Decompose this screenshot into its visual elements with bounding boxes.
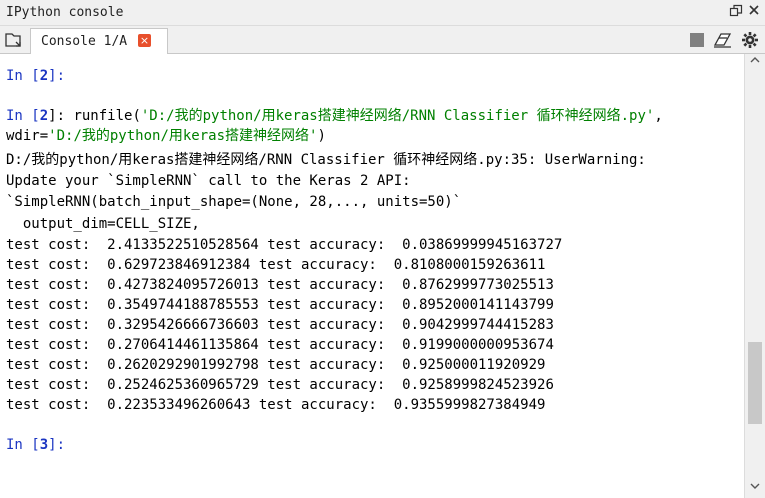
- output-line: `SimpleRNN(batch_input_shape=(None, 28,.…: [6, 194, 462, 210]
- output-line: test cost: 0.3549744188785553 test accur…: [6, 297, 554, 313]
- prompt-prefix: In [: [6, 68, 40, 84]
- console-tabbar: Console 1/A ×: [0, 26, 765, 54]
- close-paren: ): [317, 128, 326, 144]
- script-path-string: 'D:/我的python/用keras搭建神经网络/RNN Classifier…: [140, 108, 655, 124]
- output-line: test cost: 0.3295426666736603 test accur…: [6, 317, 554, 333]
- scroll-down-icon[interactable]: [745, 480, 765, 497]
- prompt-number: 2: [39, 108, 49, 124]
- prompt-suffix: ]:: [48, 437, 66, 453]
- vertical-scrollbar[interactable]: [744, 54, 765, 498]
- output-line: test cost: 0.2620292901992798 test accur…: [6, 357, 546, 373]
- browse-tabs-icon[interactable]: [4, 31, 24, 49]
- scroll-up-icon[interactable]: [745, 54, 765, 71]
- output-line: test cost: 0.2524625360965729 test accur…: [6, 377, 554, 393]
- output-line: test cost: 0.4273824095726013 test accur…: [6, 277, 554, 293]
- output-line: Update your `SimpleRNN` call to the Kera…: [6, 173, 411, 189]
- output-line: D:/我的python/用keras搭建神经网络/RNN Classifier …: [6, 152, 646, 168]
- output-line: test cost: 2.4133522510528564 test accur…: [6, 237, 563, 253]
- output-line: test cost: 0.223533496260643 test accura…: [6, 397, 546, 413]
- wdir-line: wdir='D:/我的python/用keras搭建神经网络'): [6, 126, 326, 146]
- tab-label: Console 1/A: [41, 34, 128, 49]
- gear-icon[interactable]: [741, 31, 759, 49]
- comma: ,: [654, 108, 663, 124]
- pane-titlebar: IPython console: [0, 0, 765, 26]
- output-line: output_dim=CELL_SIZE,: [6, 216, 200, 232]
- console-output[interactable]: In [2]: In [2]: runfile('D:/我的python/用ke…: [0, 54, 745, 498]
- output-line: test cost: 0.629723846912384 test accura…: [6, 257, 546, 273]
- runfile-call: ]: runfile(: [48, 108, 141, 124]
- stop-icon[interactable]: [688, 31, 706, 49]
- tab-console-1a[interactable]: Console 1/A ×: [30, 28, 168, 54]
- close-icon[interactable]: [746, 4, 762, 20]
- input-prompt[interactable]: In [3]:: [6, 435, 65, 455]
- scroll-thumb[interactable]: [748, 342, 762, 424]
- wdir-path-string: 'D:/我的python/用keras搭建神经网络': [48, 128, 318, 144]
- input-prompt: In [2]:: [6, 66, 65, 86]
- prompt-suffix: ]:: [48, 68, 66, 84]
- prompt-prefix: In [: [6, 108, 40, 124]
- wdir-arg: wdir=: [6, 128, 49, 144]
- prompt-prefix: In [: [6, 437, 40, 453]
- tab-close-icon[interactable]: ×: [138, 34, 151, 47]
- undock-icon[interactable]: [728, 4, 744, 20]
- pane-title: IPython console: [6, 5, 124, 20]
- run-command-line: In [2]: runfile('D:/我的python/用keras搭建神经网…: [6, 106, 663, 126]
- prompt-number: 3: [39, 437, 49, 453]
- eraser-icon[interactable]: [713, 31, 732, 49]
- output-line: test cost: 0.2706414461135864 test accur…: [6, 337, 554, 353]
- prompt-number: 2: [39, 68, 49, 84]
